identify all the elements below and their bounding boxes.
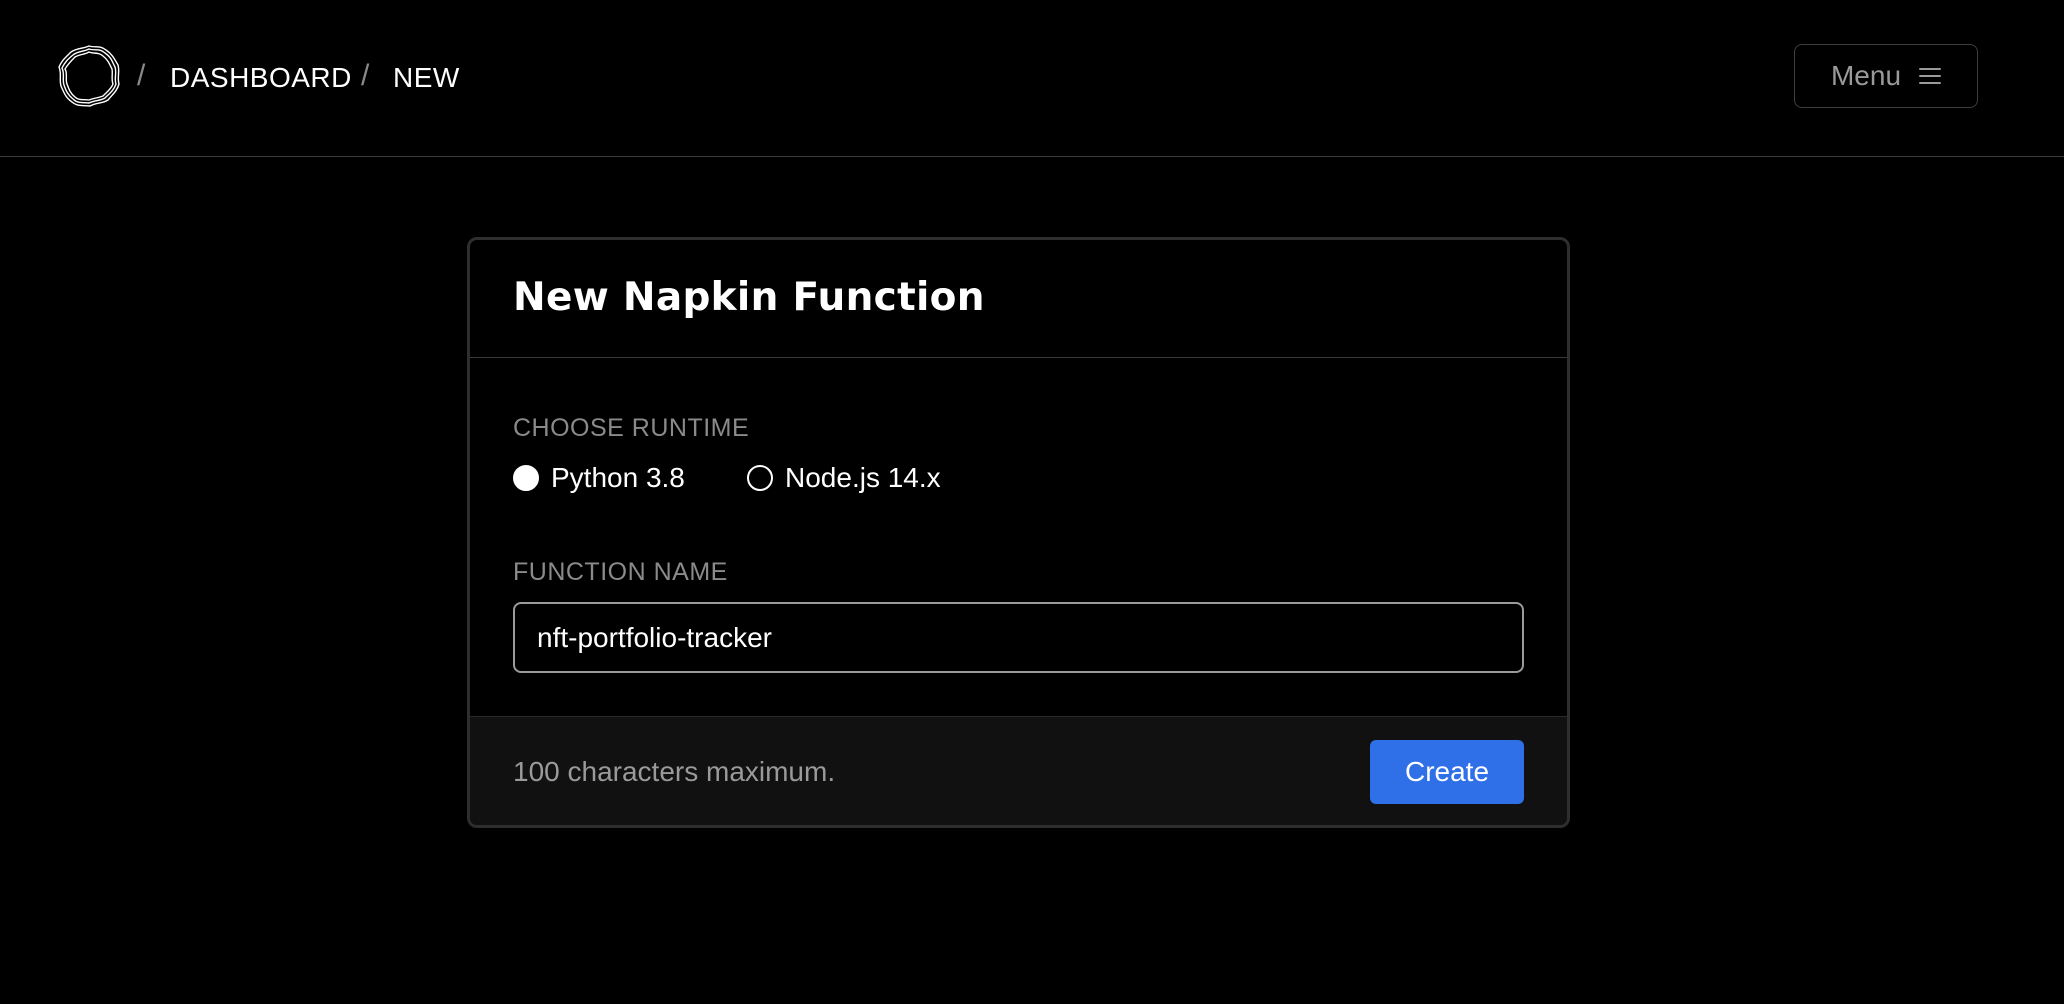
runtime-option-label: Python 3.8 bbox=[551, 462, 685, 493]
function-name-label: FUNCTION NAME bbox=[513, 558, 728, 586]
radio-unchecked-icon[interactable] bbox=[747, 465, 773, 491]
card-footer: 100 characters maximum. Create bbox=[470, 716, 1567, 825]
napkin-logo-icon[interactable] bbox=[56, 43, 122, 109]
menu-button[interactable]: Menu bbox=[1794, 44, 1978, 108]
top-header: / DASHBOARD / NEW Menu bbox=[0, 0, 2064, 157]
new-function-card: New Napkin Function CHOOSE RUNTIME Pytho… bbox=[467, 237, 1570, 828]
runtime-option-python[interactable]: Python 3.8 bbox=[513, 461, 685, 495]
radio-checked-icon[interactable] bbox=[513, 465, 539, 491]
breadcrumb-dashboard-link[interactable]: DASHBOARD bbox=[170, 58, 352, 98]
runtime-label: CHOOSE RUNTIME bbox=[513, 414, 750, 442]
menu-label: Menu bbox=[1830, 60, 1902, 91]
runtime-option-label: Node.js 14.x bbox=[785, 462, 941, 493]
hamburger-icon bbox=[1919, 68, 1942, 84]
breadcrumb-new-link[interactable]: NEW bbox=[393, 58, 460, 98]
page-title: New Napkin Function bbox=[513, 275, 985, 320]
runtime-option-node[interactable]: Node.js 14.x bbox=[747, 461, 941, 495]
breadcrumb-separator: / bbox=[137, 59, 146, 92]
character-limit-note: 100 characters maximum. bbox=[513, 756, 836, 787]
create-button[interactable]: Create bbox=[1370, 740, 1524, 804]
function-name-input[interactable] bbox=[513, 602, 1524, 673]
card-header: New Napkin Function bbox=[470, 240, 1567, 358]
breadcrumb-separator: / bbox=[361, 59, 370, 92]
